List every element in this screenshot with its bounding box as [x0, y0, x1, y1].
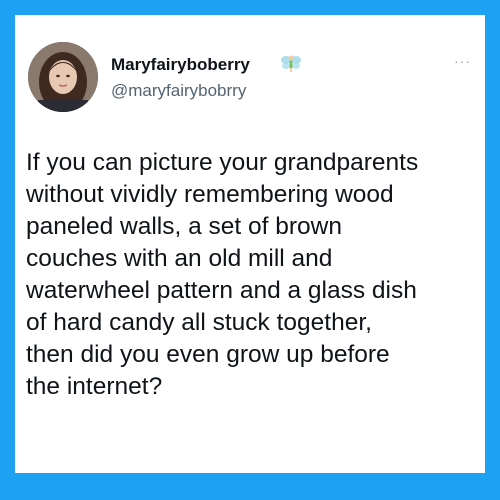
- fairy-emoji-icon: [281, 55, 301, 72]
- more-options-icon[interactable]: ···: [454, 53, 471, 69]
- tweet-text: If you can picture your grandparents wit…: [26, 149, 419, 400]
- author-display-name[interactable]: Maryfairyboberry: [111, 55, 250, 75]
- avatar-photo: [28, 42, 98, 112]
- avatar[interactable]: [28, 42, 98, 112]
- author-handle[interactable]: @maryfairybobrry: [111, 81, 246, 101]
- tweet-card: Maryfairyboberry @maryfairybobrry ··· If…: [15, 15, 485, 473]
